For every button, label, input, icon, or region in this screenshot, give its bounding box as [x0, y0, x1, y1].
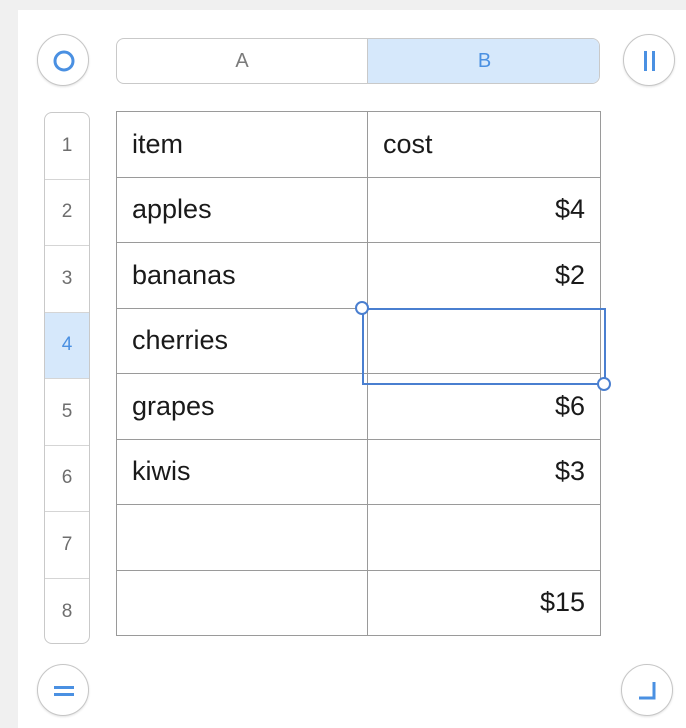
row-header-1[interactable]: 1: [45, 113, 89, 180]
cell-b7[interactable]: [367, 504, 601, 571]
select-table-button[interactable]: [37, 34, 89, 86]
cell-a3[interactable]: bananas: [116, 242, 368, 309]
table-row: $15: [116, 569, 601, 636]
cell-a2[interactable]: apples: [116, 176, 368, 243]
row-header-4[interactable]: 4: [45, 312, 89, 379]
equals-icon: [54, 686, 74, 696]
cell-b3[interactable]: $2: [367, 242, 601, 309]
column-header-bar: A B: [116, 38, 600, 84]
cell-a4[interactable]: cherries: [116, 307, 368, 374]
column-header-a[interactable]: A: [117, 39, 368, 83]
column-header-b[interactable]: B: [368, 39, 599, 83]
selection-start-handle[interactable]: [355, 301, 369, 315]
cell-b2[interactable]: $4: [367, 176, 601, 243]
table-row: bananas $2: [116, 242, 601, 309]
cell-a6[interactable]: kiwis: [116, 438, 368, 505]
selection-end-handle[interactable]: [597, 377, 611, 391]
row-header-6[interactable]: 6: [45, 446, 89, 512]
cell-a7[interactable]: [116, 504, 368, 571]
row-header-5[interactable]: 5: [45, 379, 89, 446]
table-row: kiwis $3: [116, 438, 601, 505]
row-header-8[interactable]: 8: [45, 579, 89, 644]
row-header-2[interactable]: 2: [45, 180, 89, 246]
resize-corner-icon: [639, 682, 656, 700]
row-header-bar: 1 2 3 4 5 6 7 8: [44, 112, 90, 644]
cell-b1[interactable]: cost: [367, 111, 601, 178]
cell-selection-outline: [362, 308, 606, 385]
row-header-7[interactable]: 7: [45, 512, 89, 579]
table-row: item cost: [116, 111, 601, 178]
row-handle-button[interactable]: [37, 664, 89, 716]
cell-b6[interactable]: $3: [367, 438, 601, 505]
cell-a1[interactable]: item: [116, 111, 368, 178]
resize-table-button[interactable]: [621, 664, 673, 716]
cell-b8[interactable]: $15: [367, 569, 601, 636]
row-header-3[interactable]: 3: [45, 246, 89, 313]
pause-icon: [644, 51, 655, 71]
column-handle-button[interactable]: [623, 34, 675, 86]
cell-a5[interactable]: grapes: [116, 373, 368, 440]
circle-icon: [53, 50, 75, 72]
table-row: apples $4: [116, 176, 601, 243]
table-row: [116, 504, 601, 571]
cell-a8[interactable]: [116, 569, 368, 636]
